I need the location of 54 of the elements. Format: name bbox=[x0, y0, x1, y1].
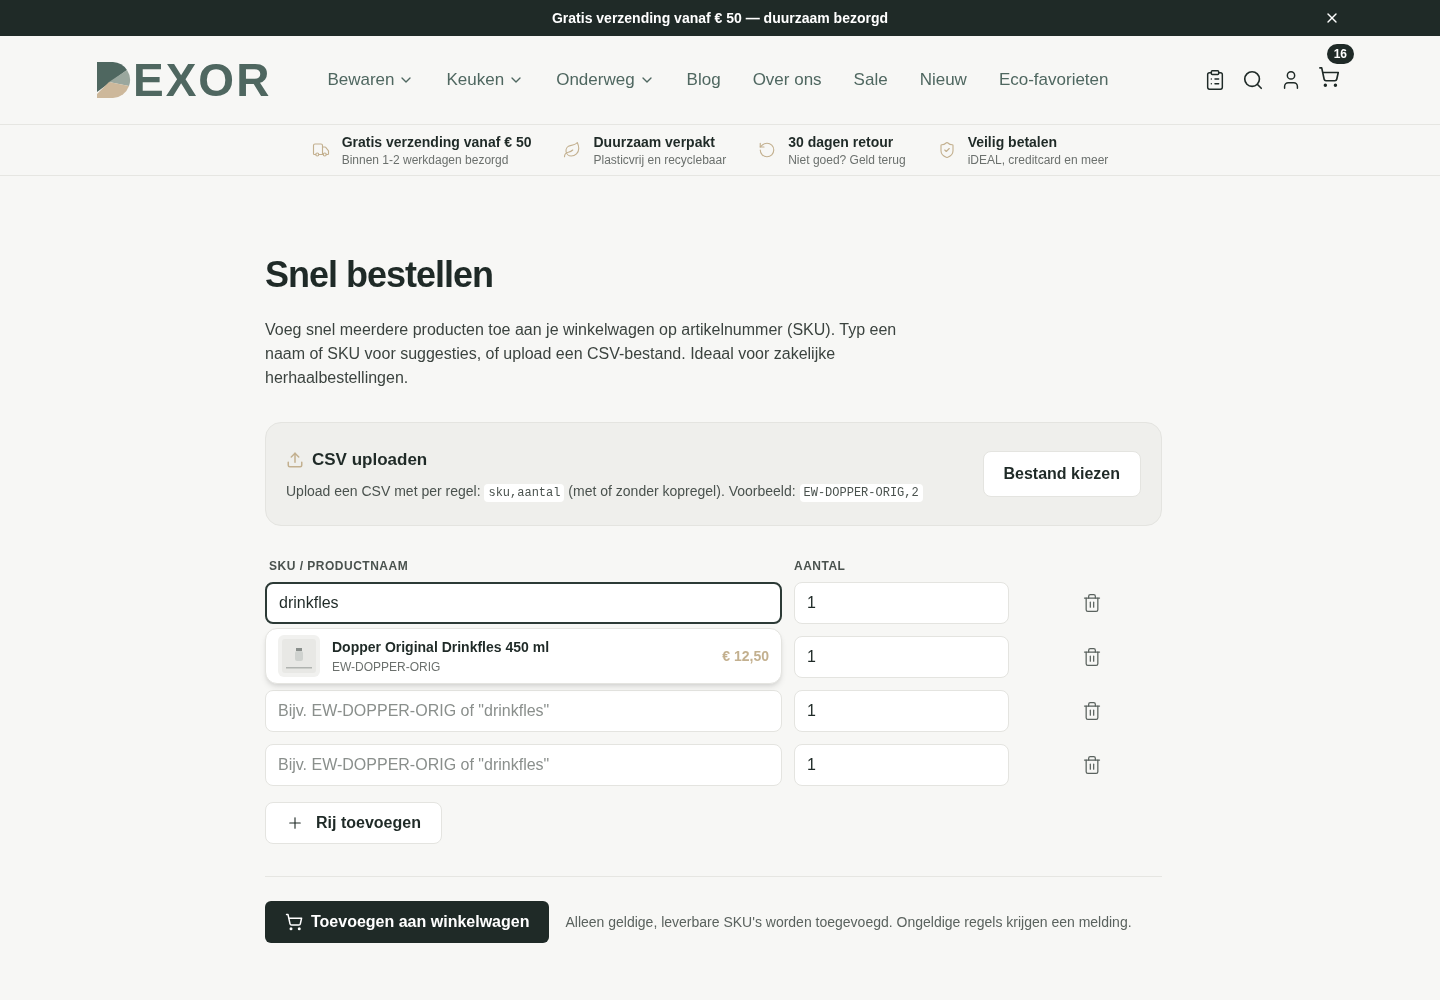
search-icon[interactable] bbox=[1242, 69, 1264, 91]
usp-subtitle: iDEAL, creditcard en meer bbox=[967, 152, 1109, 168]
cart-icon[interactable] bbox=[1318, 65, 1340, 88]
usp-title: 30 dagen retour bbox=[788, 133, 895, 152]
trash-icon[interactable] bbox=[1082, 646, 1102, 667]
clipboard-list-icon[interactable] bbox=[1204, 69, 1226, 91]
cart-count-badge: 16 bbox=[1326, 43, 1354, 64]
add-row-button[interactable]: Rij toevoegen bbox=[265, 801, 442, 844]
add-to-cart-button[interactable]: Toevoegen aan winkelwagen bbox=[265, 900, 550, 943]
trash-icon[interactable] bbox=[1082, 754, 1102, 775]
nav-link[interactable]: Bewaren bbox=[327, 67, 415, 93]
intro-text: Voeg snel meerdere producten toe aan je winkelwagen op artikelnummer (SKU). Typ een naam of SKU voor suggesties, of upload een CSV-bestand. Ideaal voor zakelijke herhaalbestellingen. bbox=[265, 320, 898, 388]
quantity-input-field[interactable]: 1 bbox=[794, 743, 1009, 786]
usp-subtitle: Plasticvrij en recyclebaar bbox=[593, 152, 727, 168]
cart-icon bbox=[285, 912, 303, 931]
suggestion-item[interactable]: Dopper Original Drinkfles 450 ml EW-DOPPER-ORIG € 12,50 bbox=[265, 627, 782, 684]
nav-link[interactable]: Blog bbox=[686, 67, 721, 93]
nav-link[interactable]: Keuken bbox=[446, 67, 525, 93]
page-title: Snel bestellen bbox=[265, 253, 495, 297]
quantity-input-field[interactable]: 1 bbox=[794, 581, 1009, 624]
quantity-input-field[interactable]: 1 bbox=[794, 689, 1009, 732]
usp-title: Veilig betalen bbox=[967, 133, 1059, 152]
sku-input-field[interactable]: Bijv. EW-DOPPER-ORIG of "drinkfles" bbox=[265, 689, 782, 732]
suggestion-price: € 12,50 bbox=[722, 646, 769, 666]
sku-input-field[interactable]: Bijv. EW-DOPPER-ORIG of "drinkfles" bbox=[265, 743, 782, 786]
usp-title: Duurzaam verpakt bbox=[593, 133, 716, 152]
upload-icon bbox=[286, 450, 304, 469]
column-header: AANTAL bbox=[794, 557, 846, 574]
column-header: SKU / PRODUCTNAAM bbox=[268, 557, 410, 574]
csv-instructions: Upload een CSV met per regel: sku,aantal (met of zonder kopregel). Voorbeeld: EW-DOPPER-ORIG,2 bbox=[286, 480, 923, 501]
usp-subtitle: Binnen 1-2 werkdagen bezorgd bbox=[341, 152, 510, 168]
leaf-icon bbox=[563, 141, 582, 159]
shield-icon bbox=[937, 141, 956, 159]
choose-file-button[interactable]: Bestand kiezen bbox=[982, 450, 1141, 497]
trash-icon[interactable] bbox=[1082, 700, 1102, 721]
logo-text[interactable]: EXOR bbox=[133, 57, 272, 103]
usp-title: Gratis verzending vanaf € 50 bbox=[341, 133, 532, 152]
truck-icon bbox=[311, 141, 330, 159]
csv-title: CSV uploaden bbox=[312, 449, 428, 471]
suggestion-sku: EW-DOPPER-ORIG bbox=[332, 658, 442, 675]
usp-subtitle: Niet goed? Geld terug bbox=[788, 152, 906, 168]
nav-link[interactable]: Over ons bbox=[752, 67, 822, 93]
submit-note: Alleen geldige, leverbare SKU's worden toegevoegd. Ongeldige regels krijgen een melding. bbox=[565, 912, 1132, 932]
nav-link[interactable]: Nieuw bbox=[919, 67, 967, 93]
quantity-input-field[interactable]: 1 bbox=[794, 635, 1009, 678]
suggestion-name: Dopper Original Drinkfles 450 ml bbox=[332, 637, 550, 657]
logo-mark-icon bbox=[97, 62, 131, 98]
nav-link[interactable]: Eco-favorieten bbox=[998, 67, 1109, 93]
nav-link[interactable]: Sale bbox=[853, 67, 888, 93]
announcement-text: Gratis verzending vanaf € 50 — duurzaam bezorgd bbox=[551, 9, 889, 28]
nav-link[interactable]: Onderweg bbox=[556, 67, 655, 93]
return-icon bbox=[758, 141, 777, 159]
sku-input-field[interactable]: drinkfles bbox=[265, 581, 782, 624]
trash-icon[interactable] bbox=[1082, 592, 1102, 613]
